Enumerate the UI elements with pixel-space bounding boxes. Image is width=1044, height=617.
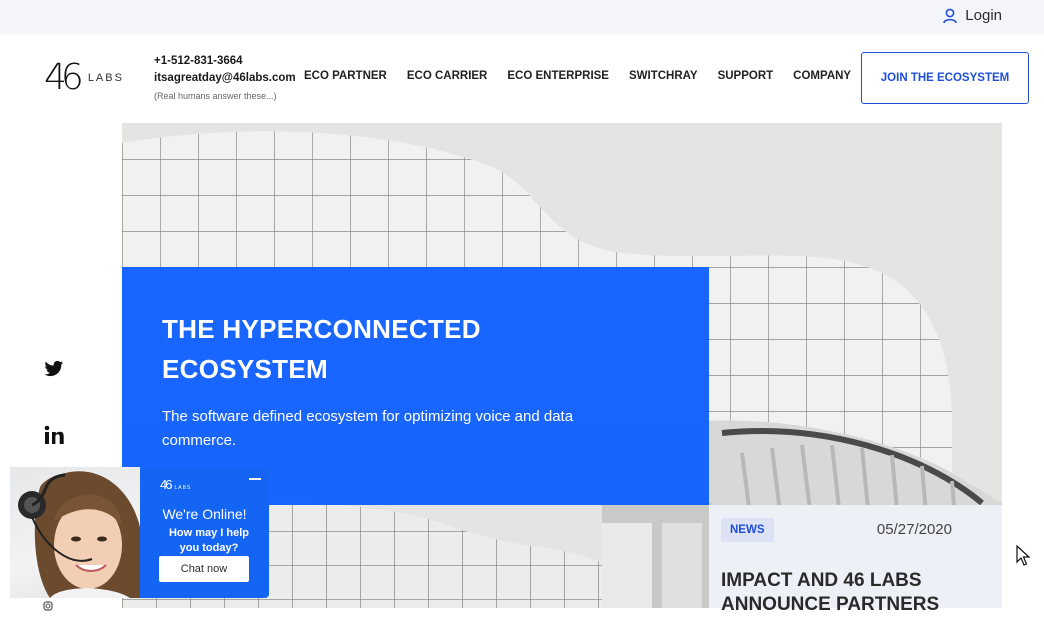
mouse-cursor-icon [1016,544,1031,572]
news-card[interactable]: NEWS 05/27/2020 IMPACT AND 46 LABS ANNOU… [709,505,1002,615]
hero-title-line-2: ECOSYSTEM [162,354,328,384]
chat-panel: 46 LABS We're Online! How may I help you … [140,467,269,598]
brand-logo[interactable]: 46 LABS [44,60,124,96]
nav-item-support[interactable]: SUPPORT [718,70,774,82]
news-date: 05/27/2020 [876,521,952,538]
logo-text: LABS [87,72,124,84]
login-link[interactable]: Login [943,7,1002,24]
nav-item-switchray[interactable]: SWITCHRAY [629,70,698,82]
logo-mark: 46 [44,57,84,98]
nav-item-eco-enterprise[interactable]: ECO ENTERPRISE [507,70,609,82]
nav-item-company[interactable]: COMPANY [793,70,851,82]
join-ecosystem-button[interactable]: JOIN THE ECOSYSTEM [861,52,1029,104]
chat-status: We're Online! [162,506,247,522]
chat-logo: 46 LABS [160,477,192,492]
hero-subtitle: The software defined ecosystem for optim… [162,408,574,449]
contact-info: +1-512-831-3664 itsagreatday@46labs.com … [154,53,296,105]
news-badge: NEWS [721,518,774,542]
twitter-icon[interactable] [44,360,64,383]
chat-now-button[interactable]: Chat now [159,556,249,582]
nav-item-eco-carrier[interactable]: ECO CARRIER [407,70,488,82]
support-agent-photo [10,467,140,598]
instagram-icon[interactable] [43,598,53,616]
login-label: Login [965,7,1002,24]
contact-note: (Real humans answer these...) [154,91,277,101]
top-bar: Login [0,0,1044,34]
hero-title: THE HYPERCONNECTED ECOSYSTEM [162,309,669,389]
minimize-icon[interactable] [249,473,261,485]
main-nav: ECO PARTNER ECO CARRIER ECO ENTERPRISE S… [304,70,871,82]
chat-widget[interactable]: 46 LABS We're Online! How may I help you … [10,467,269,598]
contact-email[interactable]: itsagreatday@46labs.com [154,70,296,87]
nav-item-eco-partner[interactable]: ECO PARTNER [304,70,387,82]
chat-prompt: How may I help you today? [168,527,250,554]
hero-title-line-1: THE HYPERCONNECTED [162,314,481,344]
contact-phone[interactable]: +1-512-831-3664 [154,53,296,70]
linkedin-icon[interactable] [44,425,64,450]
news-title[interactable]: IMPACT AND 46 LABS ANNOUNCE PARTNERS [721,569,991,617]
site-header: 46 LABS +1-512-831-3664 itsagreatday@46l… [0,34,1044,122]
user-icon [943,8,958,24]
